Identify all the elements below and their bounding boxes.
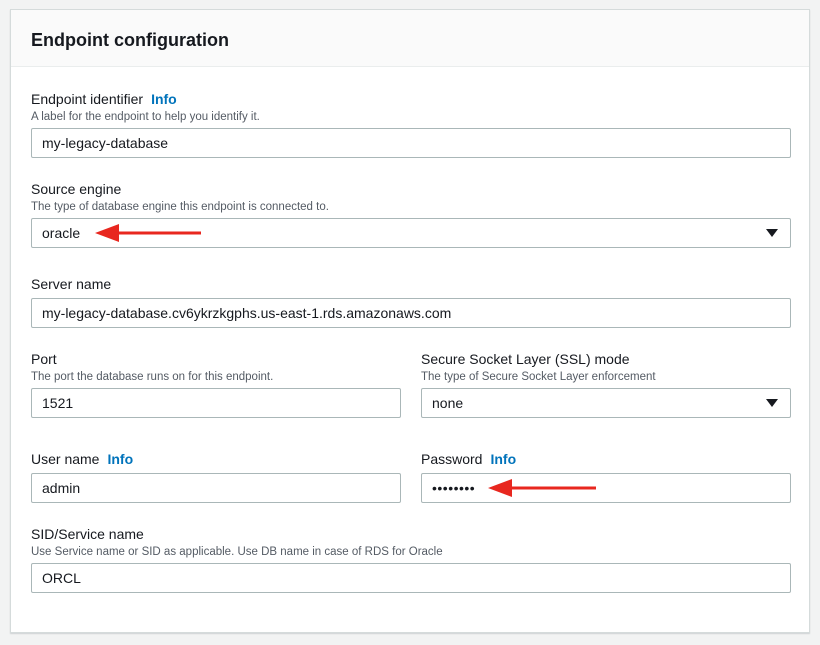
source-engine-label: Source engine (31, 181, 122, 197)
server-name-label: Server name (31, 276, 112, 292)
password-field: Password Info (421, 451, 516, 467)
port-label: Port (31, 351, 57, 367)
user-name-label: User name (31, 451, 100, 467)
port-input[interactable]: 1521 (31, 388, 401, 418)
sid-field: SID/Service name Use Service name or SID… (31, 526, 443, 559)
sid-value: ORCL (42, 570, 81, 586)
endpoint-identifier-input[interactable]: my-legacy-database (31, 128, 791, 158)
port-field: Port The port the database runs on for t… (31, 351, 273, 384)
port-value: 1521 (42, 395, 74, 411)
password-value: •••••••• (432, 480, 476, 496)
password-input[interactable]: •••••••• (421, 473, 791, 503)
ssl-mode-label: Secure Socket Layer (SSL) mode (421, 351, 630, 367)
server-name-value: my-legacy-database.cv6ykrzkgphs.us-east-… (42, 305, 452, 321)
source-engine-description: The type of database engine this endpoin… (31, 201, 329, 213)
red-arrow-icon (488, 479, 596, 497)
endpoint-identifier-description: A label for the endpoint to help you ide… (31, 111, 260, 123)
password-info-link[interactable]: Info (490, 451, 516, 467)
red-arrow-icon (95, 224, 201, 242)
user-name-value: admin (42, 480, 81, 496)
endpoint-identifier-info-link[interactable]: Info (151, 91, 177, 107)
sid-label: SID/Service name (31, 526, 144, 542)
source-engine-field: Source engine The type of database engin… (31, 181, 329, 214)
endpoint-identifier-label: Endpoint identifier (31, 91, 144, 107)
ssl-mode-value: none (432, 395, 464, 411)
password-label: Password (421, 451, 483, 467)
ssl-mode-select[interactable]: none (421, 388, 791, 418)
caret-down-icon (766, 229, 778, 237)
user-name-info-link[interactable]: Info (107, 451, 133, 467)
ssl-mode-description: The type of Secure Socket Layer enforcem… (421, 371, 656, 383)
server-name-field: Server name (31, 276, 111, 292)
sid-description: Use Service name or SID as applicable. U… (31, 546, 443, 558)
port-description: The port the database runs on for this e… (31, 371, 274, 383)
caret-down-icon (766, 399, 778, 407)
user-name-field: User name Info (31, 451, 133, 467)
endpoint-configuration-panel: Endpoint configuration Endpoint identifi… (10, 9, 810, 633)
endpoint-identifier-field: Endpoint identifier Info A label for the … (31, 91, 260, 124)
ssl-mode-field: Secure Socket Layer (SSL) mode The type … (421, 351, 656, 384)
panel-title: Endpoint configuration (31, 30, 229, 50)
endpoint-identifier-value: my-legacy-database (42, 135, 169, 151)
server-name-input[interactable]: my-legacy-database.cv6ykrzkgphs.us-east-… (31, 298, 791, 328)
user-name-input[interactable]: admin (31, 473, 401, 503)
panel-body: Endpoint identifier Info A label for the … (11, 67, 809, 633)
sid-input[interactable]: ORCL (31, 563, 791, 593)
source-engine-value: oracle (42, 225, 81, 241)
panel-header: Endpoint configuration (11, 10, 809, 67)
